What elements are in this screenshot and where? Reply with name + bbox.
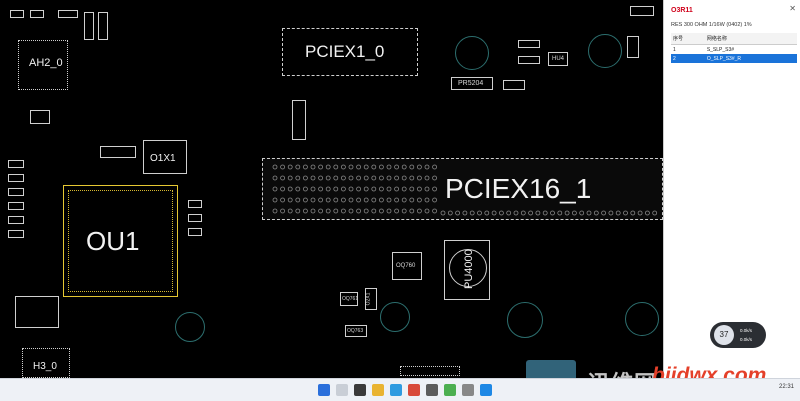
- net-title: O3R11: [671, 7, 693, 14]
- mount-hole: [588, 34, 622, 68]
- upload-rate: 0.0k/s: [740, 328, 753, 333]
- oq760-label: OQ760: [396, 263, 416, 269]
- app-icon[interactable]: [408, 384, 420, 396]
- mount-hole: [507, 302, 543, 338]
- component-oq760[interactable]: OQ760: [392, 252, 422, 280]
- pad: [100, 146, 136, 158]
- taskbar: 22:31: [0, 378, 800, 401]
- mount-hole: [175, 312, 205, 342]
- pad: [30, 10, 44, 18]
- component-o2x1[interactable]: O2X1: [365, 288, 377, 310]
- app-window: AH2_0 PCIEX1_0 PR5204 HU4 O1X1 OU1 PCIEX…: [0, 0, 800, 401]
- pad: [188, 200, 202, 208]
- component-oq763[interactable]: OQ763: [345, 325, 367, 337]
- pad: [518, 40, 540, 48]
- pad: [30, 110, 50, 124]
- pr5204-label: PR5204: [458, 80, 484, 87]
- table-row-selected[interactable]: 2 O_SLP_S3#_R: [671, 54, 797, 63]
- h3-label: H3_0: [33, 361, 57, 372]
- close-icon[interactable]: ✕: [789, 4, 796, 13]
- app-icon[interactable]: [480, 384, 492, 396]
- component-ah2[interactable]: AH2_0: [18, 40, 68, 90]
- download-rate: 0.0k/s: [740, 337, 753, 342]
- pad: [400, 366, 460, 376]
- component-ou1[interactable]: OU1: [63, 185, 178, 297]
- component-pciex1[interactable]: PCIEX1_0: [282, 28, 418, 76]
- o1x1-label: O1X1: [150, 153, 176, 164]
- oq763-label: OQ763: [347, 328, 364, 334]
- pad: [503, 80, 525, 90]
- pad: [518, 56, 540, 64]
- table-header-row: 序号 网络名称: [671, 33, 797, 45]
- pad: [630, 6, 654, 16]
- start-icon[interactable]: [318, 384, 330, 396]
- pad: [188, 214, 202, 222]
- component-h3[interactable]: H3_0: [22, 348, 70, 378]
- browser-icon[interactable]: [390, 384, 402, 396]
- mount-hole: [455, 36, 489, 70]
- mount-hole: [625, 302, 659, 336]
- pad: [10, 10, 24, 18]
- pad: [58, 10, 78, 18]
- pad: [98, 12, 108, 40]
- pad: [84, 12, 94, 40]
- widget-value: 37: [714, 325, 734, 345]
- row-index: 1: [673, 46, 676, 53]
- app-icon[interactable]: [426, 384, 438, 396]
- pad: [8, 230, 24, 238]
- net-table: 序号 网络名称 1 S_SLP_S3# 2 O_SLP_S3#_R: [671, 33, 797, 63]
- hu4-label: HU4: [552, 56, 565, 62]
- folder-icon[interactable]: [372, 384, 384, 396]
- component-hu4[interactable]: HU4: [548, 52, 568, 66]
- pu4000-label: PU4000: [463, 249, 475, 289]
- pad: [15, 296, 59, 328]
- pad: [8, 202, 24, 210]
- ou1-label: OU1: [86, 226, 140, 256]
- pciex16-label: PCIEX16_1: [445, 173, 592, 204]
- app-icon[interactable]: [444, 384, 456, 396]
- component-o1x1[interactable]: O1X1: [143, 140, 187, 174]
- pad: [8, 188, 24, 196]
- o2x1-label: O2X1: [365, 292, 372, 306]
- search-icon[interactable]: [336, 384, 348, 396]
- pad: [8, 174, 24, 182]
- row-net-name: S_SLP_S3#: [706, 46, 735, 53]
- component-oq761[interactable]: OQ761: [340, 292, 358, 306]
- mount-hole: [380, 302, 410, 332]
- pad: [188, 228, 202, 236]
- clock: 22:31: [778, 384, 794, 390]
- pad: [627, 36, 639, 58]
- row-net-name: O_SLP_S3#_R: [704, 54, 797, 63]
- component-pr5204[interactable]: PR5204: [451, 77, 493, 90]
- ah2-label: AH2_0: [29, 57, 63, 69]
- app-icon[interactable]: [462, 384, 474, 396]
- pad: [292, 100, 306, 140]
- column-header-index: 序号: [671, 33, 705, 45]
- app-icon[interactable]: [354, 384, 366, 396]
- column-header-net-name: 网络名称: [704, 33, 797, 45]
- pcb-canvas[interactable]: AH2_0 PCIEX1_0 PR5204 HU4 O1X1 OU1 PCIEX…: [0, 0, 663, 378]
- component-pciex16[interactable]: PCIEX16_1: [262, 158, 663, 220]
- row-index: 2: [671, 54, 705, 63]
- table-row[interactable]: 1 S_SLP_S3#: [671, 45, 797, 55]
- oq761-label: OQ761: [342, 296, 359, 302]
- pciex1-label: PCIEX1_0: [305, 42, 385, 61]
- pad: [8, 160, 24, 168]
- component-pu4000[interactable]: PU4000: [444, 240, 490, 300]
- pad: [8, 216, 24, 224]
- part-description: RES 300 OHM 1/16W (0402) 1%: [671, 22, 752, 28]
- speed-widget[interactable]: 37 0.0k/s 0.0k/s: [710, 322, 766, 348]
